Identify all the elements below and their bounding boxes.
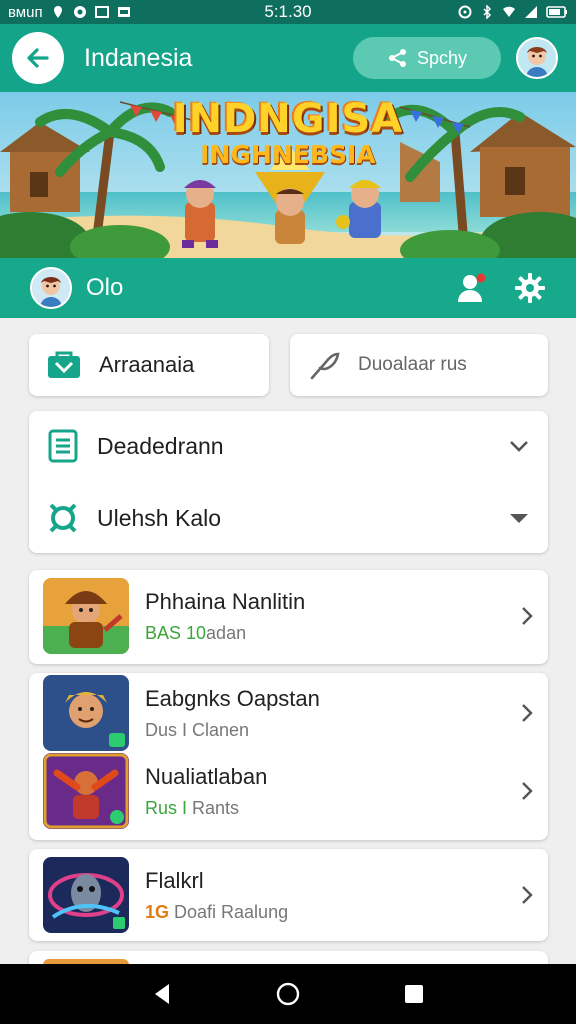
game-title-3: Nualiatlaban [145,763,268,789]
profile-avatar[interactable] [30,267,72,309]
recents-nav-icon[interactable] [403,983,425,1005]
back-button[interactable] [12,32,64,84]
document-icon [47,429,79,463]
game-thumbnail [43,578,129,654]
game-sub-accent-3: Rus I [145,797,188,818]
game-sub-accent-4: 1G [145,901,170,922]
badge-icon [47,501,79,535]
dropdown-row-1[interactable]: Deadedrann [29,411,548,481]
folder-icon [47,350,81,380]
quick-action-label-1: Arraanaia [99,352,195,377]
chevron-right-icon [520,884,534,906]
share-button[interactable]: Spchy [353,37,501,79]
game-thumbnail [43,857,129,933]
home-nav-icon[interactable] [275,981,301,1007]
game-row-4[interactable]: Flalkrl 1G Doafi Raalung [29,855,548,935]
chevron-right-icon [520,702,534,724]
game-card-2: Eabgnks Oapstan Dus I Clanen Nualiatlaba… [29,673,548,840]
game-title-2: Eabgnks Oapstan [145,685,320,711]
game-row-3[interactable]: Nualiatlaban Rus I Rants [29,751,548,831]
game-row-1[interactable]: Phhaina Nanlitin BAS 10adan [29,576,548,656]
quick-action-label-2: Duoalaar rus [358,354,467,375]
game-card-3: Flalkrl 1G Doafi Raalung [29,849,548,941]
quick-action-button-2[interactable]: Duoalaar rus [290,334,548,396]
header-title: Indanesia [84,43,193,72]
add-friend-icon[interactable] [456,272,488,304]
share-icon [388,49,406,67]
game-sub-rest-2: Dus I Clanen [145,719,250,740]
game-title-4: Flalkrl [145,867,204,893]
game-banner[interactable]: INDNGISA INGHNEBSIA [0,92,576,258]
gear-icon[interactable] [514,272,546,304]
chevron-down-icon [508,439,530,453]
share-label: Spchy [416,47,468,68]
game-sub-rest-1: adan [206,622,247,643]
game-row-2[interactable]: Eabgnks Oapstan Dus I Clanen [29,673,548,753]
game-sub-rest-3: Rants [187,797,240,818]
game-card-1: Phhaina Nanlitin BAS 10adan [29,570,548,664]
banner-title: INDNGISA [172,96,404,142]
system-nav-bar [0,964,576,1024]
game-sub-accent-1: BAS 10 [145,622,207,643]
quick-action-button-1[interactable]: Arraanaia [29,334,269,396]
arrow-left-icon [27,48,49,68]
dropdown-row-2[interactable]: Ulehsh Kalo [29,483,548,553]
banner-subtitle: INGHNEBSIA [200,140,376,169]
status-bar: вмuп 5:1.30 [0,0,576,24]
game-thumbnail [43,675,129,751]
caret-down-icon [508,511,530,525]
chevron-right-icon [520,605,534,627]
game-sub-rest-4: Doafi Raalung [169,901,289,922]
chevron-right-icon [520,780,534,802]
dropdown-label-1: Deadedrann [97,432,224,459]
feather-icon [308,350,340,380]
dropdown-label-2: Ulehsh Kalo [97,504,222,531]
back-nav-icon[interactable] [151,982,173,1006]
game-thumbnail [43,753,129,829]
game-title-1: Phhaina Nanlitin [145,588,306,614]
app-header: Indanesia Spchy [0,24,576,92]
header-avatar[interactable] [516,37,558,79]
profile-name: Olo [86,274,124,301]
dropdown-card: Deadedrann Ulehsh Kalo [29,411,548,553]
profile-bar: Olo [0,258,576,318]
status-time: 5:1.30 [264,2,312,21]
